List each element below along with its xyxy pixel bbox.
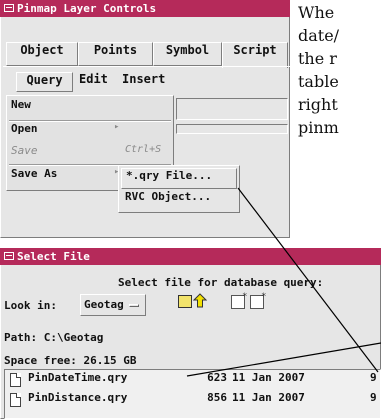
script-editor-field[interactable]	[176, 98, 288, 120]
menu-item-new-label: New	[11, 98, 31, 111]
space-free-label-text: Space free:	[4, 354, 77, 367]
look-in-value: Geotag	[84, 298, 124, 311]
pinmap-titlebar[interactable]: Pinmap Layer Controls	[0, 0, 290, 17]
menu-separator	[9, 120, 171, 122]
menu-item-save[interactable]: Save Ctrl+S	[7, 144, 173, 165]
select-file-title: Select File	[17, 250, 90, 263]
menu-item-open[interactable]: Open ▸	[7, 122, 173, 143]
description-line: pinm	[298, 118, 339, 137]
select-file-titlebar[interactable]: Select File	[0, 248, 381, 265]
tab-symbol-label: Symbol	[165, 43, 210, 57]
submenu-item-rvc-object-label: RVC Object...	[125, 190, 212, 203]
space-free-value: 26.15 GB	[83, 354, 137, 367]
file-list[interactable]: PinDateTime.qry 623 11 Jan 2007 9 PinDis…	[4, 369, 381, 419]
menu-edit-label: Edit	[79, 72, 108, 86]
file-name: PinDistance.qry	[28, 391, 128, 404]
menu-item-save-shortcut: Ctrl+S	[125, 144, 162, 155]
tab-points[interactable]: Points	[78, 42, 153, 66]
description-line: Whe	[298, 3, 335, 22]
submenu-item-qry-file-label: *.qry File...	[126, 169, 213, 182]
space-free-label: Space free: 26.15 GB	[4, 354, 136, 367]
look-in-label: Look in:	[4, 299, 57, 312]
submenu-item-rvc-object[interactable]: RVC Object...	[121, 190, 237, 211]
new-file-icon[interactable]: *	[250, 292, 266, 309]
file-icon	[10, 373, 21, 387]
file-extra: 9	[370, 391, 377, 404]
window-menu-icon[interactable]	[4, 252, 14, 260]
file-size: 623	[207, 371, 227, 384]
file-date: 11 Jan 2007	[232, 371, 305, 384]
file-name: PinDateTime.qry	[28, 371, 128, 384]
folder-icon[interactable]	[178, 295, 192, 308]
menu-query-label: Query	[26, 73, 63, 87]
tab-script-label: Script	[233, 43, 277, 57]
tab-object[interactable]: Object	[6, 42, 78, 66]
file-date: 11 Jan 2007	[232, 391, 305, 404]
file-row[interactable]: PinDateTime.qry 623 11 Jan 2007 9	[6, 371, 381, 390]
tab-symbol[interactable]: Symbol	[153, 42, 222, 66]
script-editor-field-2[interactable]	[176, 124, 288, 134]
pinmap-title: Pinmap Layer Controls	[17, 2, 157, 15]
menu-insert[interactable]: Insert	[122, 72, 165, 92]
select-file-prompt: Select file for database query:	[118, 276, 324, 289]
tab-points-label: Points	[93, 43, 138, 57]
path-value: C:\Geotag	[43, 331, 104, 344]
menu-query[interactable]: Query	[16, 72, 73, 92]
file-size: 856	[207, 391, 227, 404]
path-label-text: Path:	[4, 331, 38, 344]
file-extra: 9	[370, 371, 377, 384]
file-row[interactable]: PinDistance.qry 856 11 Jan 2007 9	[6, 391, 381, 410]
description-line: right	[298, 95, 338, 114]
tab-object-label: Object	[20, 43, 64, 57]
menu-edit[interactable]: Edit	[79, 72, 108, 92]
open-submenu: *.qry File... RVC Object...	[118, 165, 240, 213]
dropdown-indicator-icon	[129, 304, 139, 307]
description-line: table	[298, 72, 339, 91]
path-label: Path: C:\Geotag	[4, 331, 103, 344]
window-menu-icon[interactable]	[4, 4, 14, 12]
look-in-dropdown[interactable]: Geotag	[80, 294, 146, 316]
description-line: date/	[298, 26, 340, 45]
submenu-arrow-icon: ▸	[114, 122, 120, 132]
menu-insert-label: Insert	[122, 72, 166, 86]
menu-item-save-label: Save	[11, 144, 38, 157]
menu-item-save-as-label: Save As	[11, 167, 58, 180]
tab-script[interactable]: Script	[222, 42, 288, 68]
menu-item-new[interactable]: New	[7, 98, 173, 119]
file-icon	[10, 393, 21, 407]
new-folder-icon[interactable]: *	[231, 292, 247, 309]
folder-up-icon[interactable]	[192, 293, 208, 309]
description-line: the r	[298, 49, 337, 68]
submenu-item-qry-file[interactable]: *.qry File...	[121, 168, 237, 189]
menu-item-open-label: Open	[11, 122, 38, 135]
